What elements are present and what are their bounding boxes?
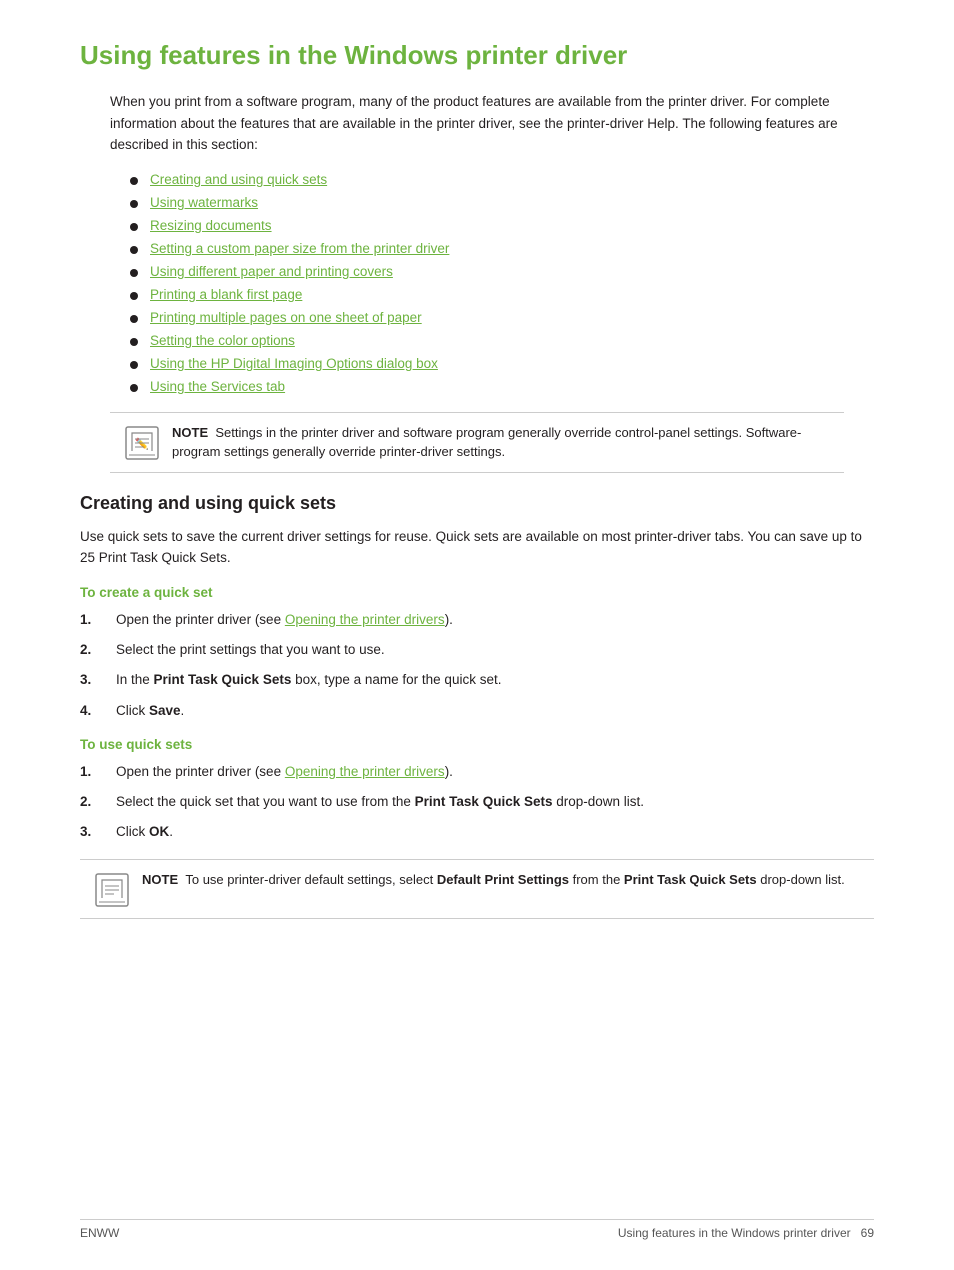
bullet-icon bbox=[130, 223, 138, 231]
link-opening-drivers-2[interactable]: Opening the printer drivers bbox=[285, 764, 445, 779]
step-number: 3. bbox=[80, 822, 116, 842]
list-item: Resizing documents bbox=[130, 218, 874, 233]
intro-paragraph: When you print from a software program, … bbox=[110, 91, 874, 156]
note-label-2: NOTE bbox=[142, 872, 178, 887]
list-item: Using the Services tab bbox=[130, 379, 874, 394]
bullet-icon bbox=[130, 292, 138, 300]
link-digital-imaging[interactable]: Using the HP Digital Imaging Options dia… bbox=[150, 356, 438, 371]
bullet-icon bbox=[130, 177, 138, 185]
bullet-icon bbox=[130, 361, 138, 369]
note-text-1: NOTE Settings in the printer driver and … bbox=[172, 423, 830, 462]
link-resizing[interactable]: Resizing documents bbox=[150, 218, 272, 233]
page-footer: ENWW Using features in the Windows print… bbox=[80, 1219, 874, 1240]
bullet-icon bbox=[130, 200, 138, 208]
link-services-tab[interactable]: Using the Services tab bbox=[150, 379, 285, 394]
step-2-create: 2. Select the print settings that you wa… bbox=[80, 640, 874, 660]
list-item: Creating and using quick sets bbox=[130, 172, 874, 187]
footer-left: ENWW bbox=[80, 1226, 119, 1240]
step-number: 1. bbox=[80, 762, 116, 782]
link-blank-first-page[interactable]: Printing a blank first page bbox=[150, 287, 302, 302]
link-different-paper[interactable]: Using different paper and printing cover… bbox=[150, 264, 393, 279]
link-color-options[interactable]: Setting the color options bbox=[150, 333, 295, 348]
list-item: Using different paper and printing cover… bbox=[130, 264, 874, 279]
step-text: Click Save. bbox=[116, 701, 184, 721]
step-text: Click OK. bbox=[116, 822, 173, 842]
footer-right: Using features in the Windows printer dr… bbox=[618, 1226, 874, 1240]
note-content-1: Settings in the printer driver and softw… bbox=[172, 425, 801, 460]
section-creating-quick-sets: Creating and using quick sets Use quick … bbox=[80, 493, 874, 919]
step-text: Open the printer driver (see Opening the… bbox=[116, 610, 453, 630]
list-item: Using watermarks bbox=[130, 195, 874, 210]
note-text-2: NOTE To use printer-driver default setti… bbox=[142, 870, 845, 890]
section-heading: Creating and using quick sets bbox=[80, 493, 874, 514]
step-text: Select the quick set that you want to us… bbox=[116, 792, 644, 812]
list-item: Using the HP Digital Imaging Options dia… bbox=[130, 356, 874, 371]
link-multiple-pages[interactable]: Printing multiple pages on one sheet of … bbox=[150, 310, 422, 325]
use-steps-list: 1. Open the printer driver (see Opening … bbox=[80, 762, 874, 843]
page-title: Using features in the Windows printer dr… bbox=[80, 40, 874, 71]
step-text: Select the print settings that you want … bbox=[116, 640, 385, 660]
step-number: 2. bbox=[80, 792, 116, 812]
bullet-icon bbox=[130, 384, 138, 392]
bullet-icon bbox=[130, 246, 138, 254]
step-2-use: 2. Select the quick set that you want to… bbox=[80, 792, 874, 812]
bullet-icon bbox=[130, 269, 138, 277]
step-text: In the Print Task Quick Sets box, type a… bbox=[116, 670, 501, 690]
subsection-create-heading: To create a quick set bbox=[80, 585, 874, 600]
step-3-use: 3. Click OK. bbox=[80, 822, 874, 842]
bullet-icon bbox=[130, 338, 138, 346]
note-icon: ✏️ bbox=[124, 425, 160, 461]
step-1-use: 1. Open the printer driver (see Opening … bbox=[80, 762, 874, 782]
step-text: Open the printer driver (see Opening the… bbox=[116, 762, 453, 782]
create-steps-list: 1. Open the printer driver (see Opening … bbox=[80, 610, 874, 721]
subsection-use-heading: To use quick sets bbox=[80, 737, 874, 752]
step-1-create: 1. Open the printer driver (see Opening … bbox=[80, 610, 874, 630]
link-opening-drivers-1[interactable]: Opening the printer drivers bbox=[285, 612, 445, 627]
note-box-2: NOTE To use printer-driver default setti… bbox=[80, 859, 874, 919]
step-3-create: 3. In the Print Task Quick Sets box, typ… bbox=[80, 670, 874, 690]
list-item: Printing multiple pages on one sheet of … bbox=[130, 310, 874, 325]
link-custom-paper[interactable]: Setting a custom paper size from the pri… bbox=[150, 241, 449, 256]
note-icon-2 bbox=[94, 872, 130, 908]
note-label-1: NOTE bbox=[172, 425, 208, 440]
note-box-1: ✏️ NOTE Settings in the printer driver a… bbox=[110, 412, 844, 473]
list-item: Setting a custom paper size from the pri… bbox=[130, 241, 874, 256]
step-number: 2. bbox=[80, 640, 116, 660]
link-creating-quick-sets[interactable]: Creating and using quick sets bbox=[150, 172, 327, 187]
list-item: Printing a blank first page bbox=[130, 287, 874, 302]
step-number: 1. bbox=[80, 610, 116, 630]
step-number: 4. bbox=[80, 701, 116, 721]
list-item: Setting the color options bbox=[130, 333, 874, 348]
section-intro: Use quick sets to save the current drive… bbox=[80, 526, 874, 569]
bullet-icon bbox=[130, 315, 138, 323]
step-4-create: 4. Click Save. bbox=[80, 701, 874, 721]
step-number: 3. bbox=[80, 670, 116, 690]
feature-list: Creating and using quick sets Using wate… bbox=[130, 172, 874, 394]
link-watermarks[interactable]: Using watermarks bbox=[150, 195, 258, 210]
